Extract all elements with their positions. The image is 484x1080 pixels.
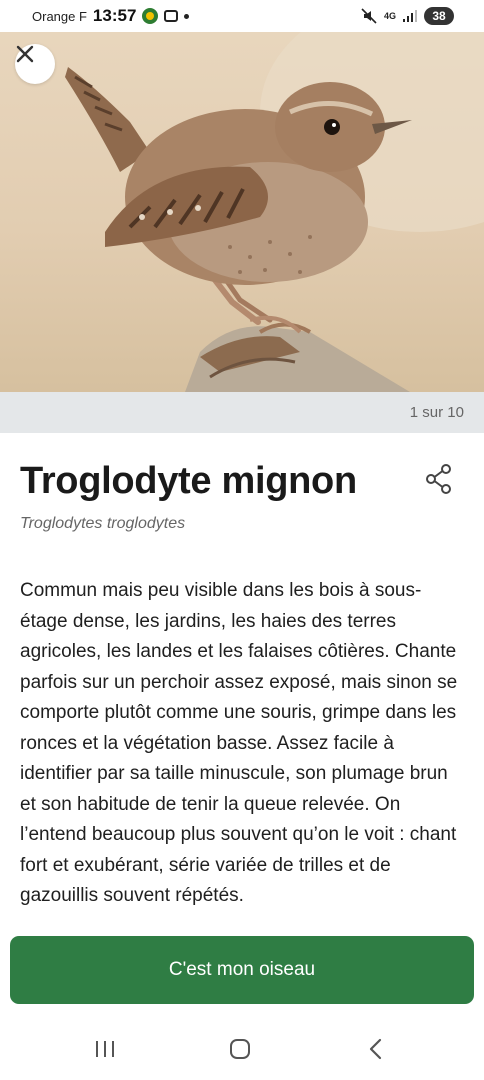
back-icon xyxy=(369,1038,382,1060)
close-icon xyxy=(16,45,34,63)
screen-record-icon xyxy=(164,10,179,22)
status-time: 13:57 xyxy=(92,6,137,25)
bird-description: Commun mais peu visible dans les bois à … xyxy=(20,580,458,906)
app-notification-icon xyxy=(142,8,159,24)
description-scroll[interactable]: Commun mais peu visible dans les bois à … xyxy=(20,576,464,920)
home-button[interactable] xyxy=(220,1032,260,1066)
share-icon xyxy=(426,464,451,494)
confirm-bird-button[interactable]: C'est mon oiseau xyxy=(10,936,474,1004)
bird-common-name: Troglodyte mignon xyxy=(20,460,357,502)
mute-icon xyxy=(361,8,377,24)
bird-scientific-name: Troglodytes troglodytes xyxy=(20,515,186,532)
status-bar: Orange F 13:57 4G 38 xyxy=(0,0,484,32)
more-notifications-icon xyxy=(184,13,190,19)
signal-icon xyxy=(403,10,417,22)
network-type-label: 4G xyxy=(383,10,396,21)
confirm-area: C'est mon oiseau xyxy=(0,920,484,1018)
carrier-label: Orange F xyxy=(32,8,87,24)
bird-illustration xyxy=(65,32,484,392)
home-icon xyxy=(230,1039,250,1059)
status-right: 4G 38 xyxy=(361,0,454,32)
bird-photo[interactable] xyxy=(0,32,484,392)
close-button[interactable] xyxy=(15,44,55,84)
status-left: Orange F 13:57 xyxy=(32,0,190,32)
back-button[interactable] xyxy=(356,1032,396,1066)
battery-indicator: 38 xyxy=(424,7,454,25)
image-counter: 1 sur 10 xyxy=(409,404,464,421)
system-nav-bar xyxy=(0,1018,484,1080)
recents-icon xyxy=(96,1041,114,1057)
image-counter-bar: 1 sur 10 xyxy=(0,392,484,433)
share-button[interactable] xyxy=(422,462,456,496)
recents-button[interactable] xyxy=(85,1032,125,1066)
